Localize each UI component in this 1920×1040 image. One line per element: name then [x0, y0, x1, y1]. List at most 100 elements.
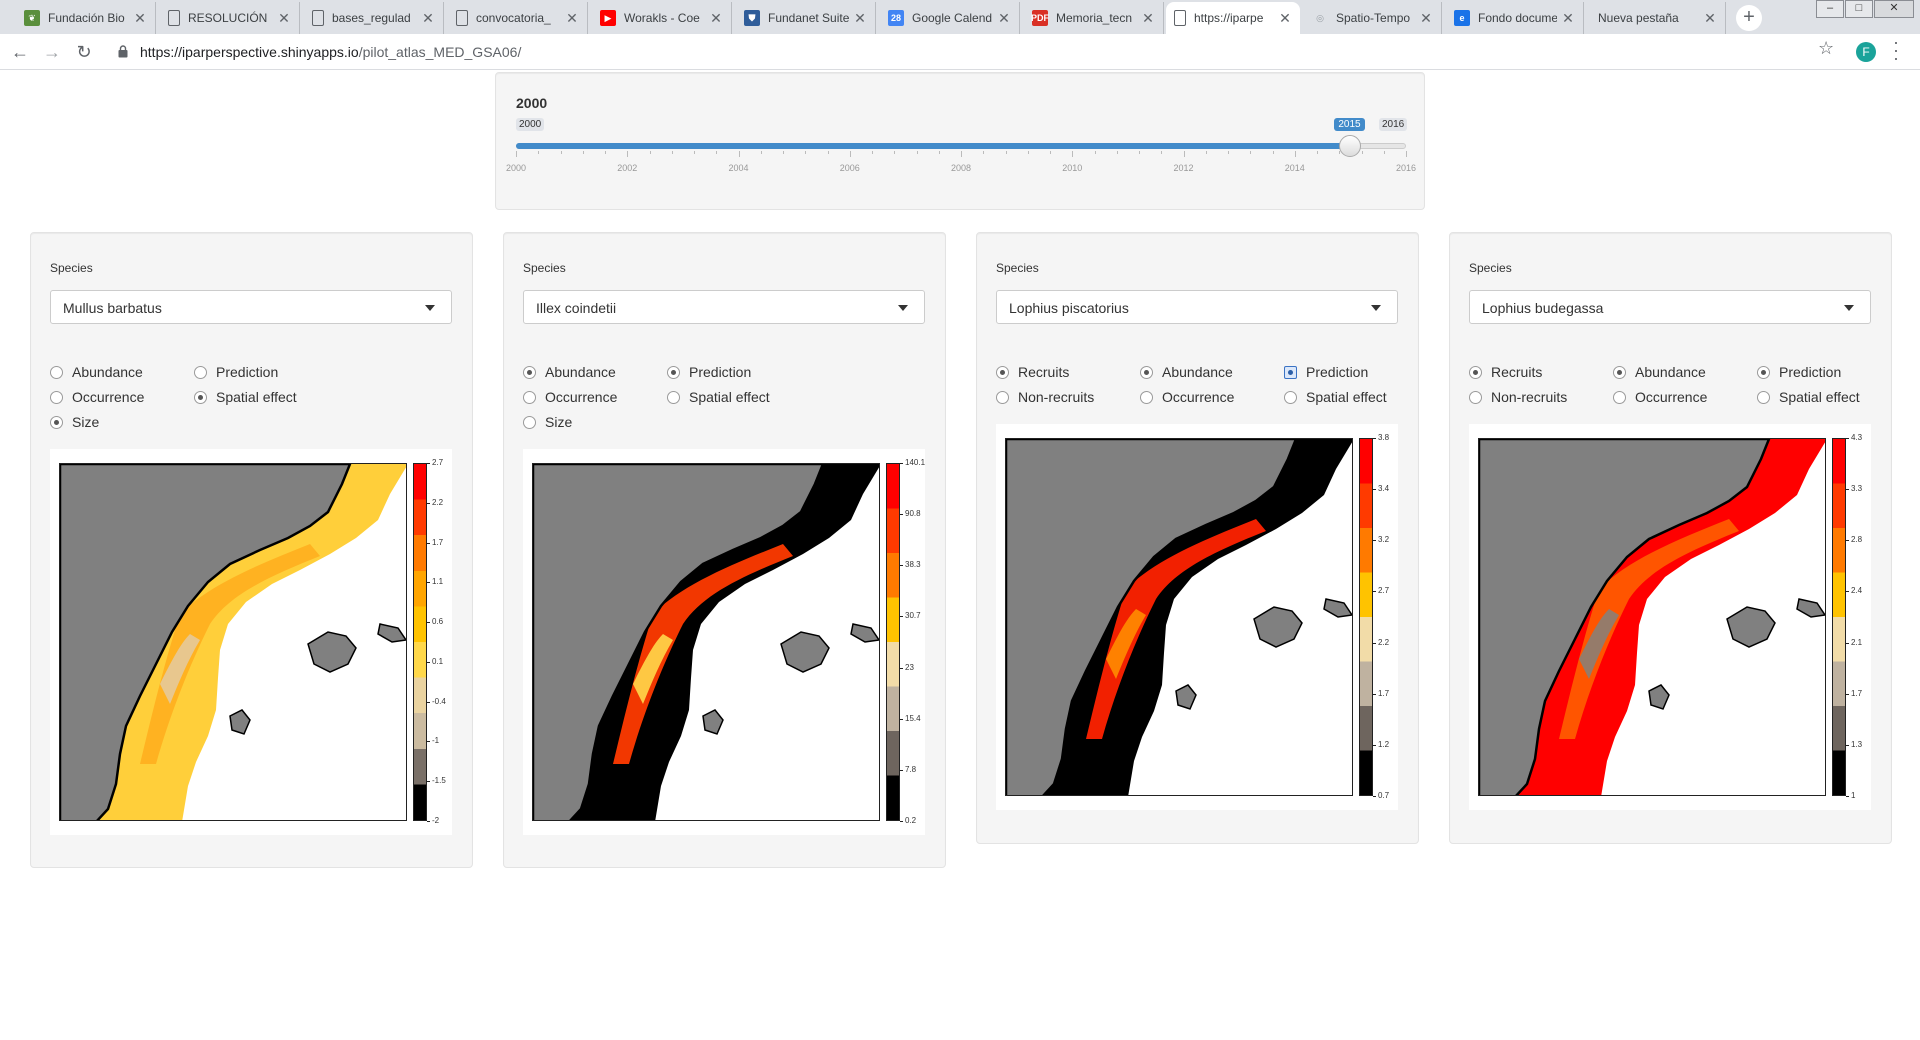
- reload-button[interactable]: ↻: [72, 40, 96, 64]
- document-icon: [1174, 10, 1186, 26]
- browser-tab[interactable]: https://iparpe ✕: [1166, 2, 1300, 34]
- legend-value: 23: [905, 662, 914, 672]
- maximize-window-button[interactable]: □: [1845, 0, 1873, 18]
- slider-tick-label: 2006: [839, 163, 860, 173]
- radio-option[interactable]: Prediction: [1757, 364, 1841, 380]
- slider-handle[interactable]: [1339, 135, 1362, 157]
- radio-option[interactable]: Abundance: [1140, 364, 1233, 380]
- legend-tick: [1846, 489, 1849, 491]
- browser-tab[interactable]: ◎ Spatio-Tempo ✕: [1304, 2, 1442, 34]
- radio-option[interactable]: Spatial effect: [1284, 389, 1387, 405]
- browser-menu-icon[interactable]: · · ·: [1893, 33, 1903, 67]
- radio-option[interactable]: Size: [50, 414, 99, 430]
- slider-tick: [1139, 151, 1140, 154]
- close-tab-icon[interactable]: ✕: [853, 10, 867, 27]
- species-select[interactable]: Illex coindetii: [523, 290, 925, 324]
- slider-tick-label: 2016: [1395, 163, 1417, 173]
- browser-tab[interactable]: PDF Memoria_tecn ✕: [1024, 2, 1164, 34]
- bookmark-star-icon[interactable]: ☆: [1818, 38, 1834, 59]
- species-select[interactable]: Mullus barbatus: [50, 290, 452, 324]
- legend-value: 2.7: [432, 458, 444, 467]
- close-tab-icon[interactable]: ✕: [1141, 10, 1155, 27]
- radio-option[interactable]: Occurrence: [1140, 389, 1234, 405]
- close-tab-icon[interactable]: ✕: [133, 10, 147, 27]
- radio-option[interactable]: Occurrence: [1613, 389, 1707, 405]
- legend-tick: [427, 741, 430, 743]
- legend-tick: [1846, 540, 1849, 542]
- slider-tick: [1072, 151, 1074, 157]
- map-plot: 140.1 90.8 38.3 30.7 23 15.4 7.8 0.2: [523, 449, 925, 835]
- species-label: Species: [1469, 261, 1512, 275]
- legend-tick: [900, 565, 903, 567]
- radio-option[interactable]: Prediction: [194, 364, 278, 380]
- forward-button[interactable]: →: [40, 40, 64, 64]
- radio-option[interactable]: Occurrence: [523, 389, 617, 405]
- radio-option[interactable]: Recruits: [996, 364, 1069, 380]
- radio-label: Size: [72, 414, 100, 430]
- close-tab-icon[interactable]: ✕: [1278, 10, 1292, 27]
- radio-option[interactable]: Prediction: [1284, 364, 1368, 380]
- radio-option[interactable]: Occurrence: [50, 389, 144, 405]
- browser-tab[interactable]: RESOLUCIÓN ✕: [160, 2, 300, 34]
- close-tab-icon[interactable]: ✕: [1561, 10, 1575, 27]
- radio-option[interactable]: Abundance: [1613, 364, 1706, 380]
- radio-label: Non-recruits: [1018, 389, 1095, 405]
- shield-icon: ⛊: [744, 10, 760, 26]
- legend-tick: [900, 667, 903, 669]
- year-slider-panel: 2000 2000 2015 2016 2000 2002 2004 2006 2008…: [495, 72, 1425, 210]
- close-tab-icon[interactable]: ✕: [709, 10, 723, 27]
- radio-option[interactable]: Abundance: [50, 364, 143, 380]
- species-select[interactable]: Lophius piscatorius: [996, 290, 1398, 324]
- slider-bar: [516, 143, 1351, 149]
- close-tab-icon[interactable]: ✕: [1703, 10, 1717, 27]
- leaf-icon: ❦: [24, 10, 40, 26]
- url-path: /pilot_atlas_MED_GSA06/: [358, 44, 522, 60]
- profile-avatar[interactable]: F: [1856, 42, 1876, 62]
- browser-tab[interactable]: 28 Google Calend ✕: [880, 2, 1020, 34]
- back-button[interactable]: ←: [8, 40, 32, 64]
- radio-label: Spatial effect: [1306, 389, 1387, 405]
- radio-label: Occurrence: [1162, 389, 1235, 405]
- slider-tick: [649, 151, 651, 154]
- radio-option[interactable]: Abundance: [523, 364, 616, 380]
- slider-tick: [1116, 151, 1118, 154]
- slider-tick: [627, 151, 629, 157]
- radio-option[interactable]: Spatial effect: [194, 389, 297, 405]
- slider-tick: [1183, 151, 1185, 157]
- close-tab-icon[interactable]: ✕: [565, 10, 579, 27]
- radio-option[interactable]: Size: [523, 414, 572, 430]
- radio-label: Abundance: [1635, 364, 1706, 380]
- slider-tick: [805, 151, 807, 154]
- close-tab-icon[interactable]: ✕: [997, 10, 1011, 27]
- browser-tab[interactable]: convocatoria_ ✕: [448, 2, 588, 34]
- new-tab-button[interactable]: +: [1736, 5, 1762, 31]
- species-select[interactable]: Lophius budegassa: [1469, 290, 1871, 324]
- browser-tab[interactable]: ▶ Worakls - Coe ✕: [592, 2, 732, 34]
- radio-unchecked-icon: [1613, 390, 1626, 404]
- browser-tab-title: convocatoria_: [476, 11, 551, 25]
- minimize-window-button[interactable]: –: [1816, 0, 1844, 18]
- browser-tab-title: Memoria_tecn: [1056, 11, 1133, 25]
- slider-tick: [1050, 151, 1051, 154]
- slider-tick: [516, 151, 517, 157]
- radio-option[interactable]: Non-recruits: [1469, 389, 1567, 405]
- close-tab-icon[interactable]: ✕: [421, 10, 435, 27]
- radio-option[interactable]: Prediction: [667, 364, 751, 380]
- browser-tab[interactable]: e Fondo docume ✕: [1446, 2, 1584, 34]
- legend-tick: [427, 781, 430, 783]
- close-tab-icon[interactable]: ✕: [1419, 10, 1433, 27]
- browser-tab[interactable]: Nueva pestaña ✕: [1586, 2, 1726, 34]
- legend-value: -0.4: [432, 696, 446, 706]
- browser-tab[interactable]: ❦ Fundación Bio ✕: [16, 2, 156, 34]
- radio-checked-icon: [523, 365, 536, 379]
- radio-option[interactable]: Recruits: [1469, 364, 1542, 380]
- radio-option[interactable]: Non-recruits: [996, 389, 1094, 405]
- address-bar[interactable]: https://iparperspective.shinyapps.io/pil…: [106, 38, 1836, 66]
- close-tab-icon[interactable]: ✕: [277, 10, 291, 27]
- legend-tick: [900, 463, 903, 464]
- close-window-button[interactable]: ✕: [1874, 0, 1914, 18]
- browser-tab[interactable]: bases_regulad ✕: [304, 2, 444, 34]
- radio-option[interactable]: Spatial effect: [667, 389, 770, 405]
- radio-option[interactable]: Spatial effect: [1757, 389, 1860, 405]
- browser-tab[interactable]: ⛊ Fundanet Suite ✕: [736, 2, 876, 34]
